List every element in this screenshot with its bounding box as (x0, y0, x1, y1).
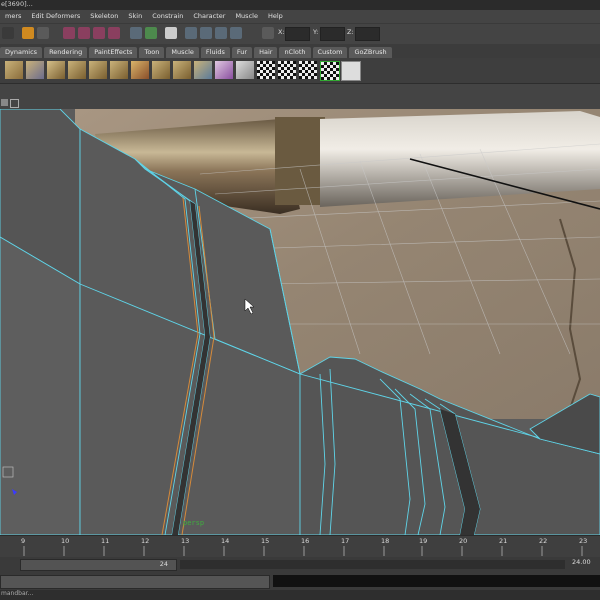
poly-box-icon[interactable] (110, 61, 128, 79)
time-tick: 21 (499, 537, 508, 545)
prism-icon[interactable] (236, 61, 254, 79)
time-ruler (23, 546, 583, 556)
help-text: mandbar... (1, 590, 34, 597)
time-tick: 11 (101, 537, 110, 545)
checker-icon[interactable] (299, 61, 317, 79)
z-field[interactable] (355, 27, 380, 41)
shelf-tab-muscle[interactable]: Muscle (166, 47, 199, 58)
y-field[interactable] (320, 27, 345, 41)
select-mask-icon[interactable] (63, 27, 75, 39)
time-tick: 18 (381, 537, 390, 545)
time-tick: 20 (459, 537, 468, 545)
z-field-label: Z: (347, 28, 354, 36)
range-slider[interactable]: 24 24.00 (0, 557, 600, 572)
shelf-tab-rendering[interactable]: Rendering (44, 47, 88, 58)
x-field[interactable] (285, 27, 310, 41)
time-tick: 17 (341, 537, 350, 545)
time-tick: 23 (579, 537, 588, 545)
time-tick: 19 (419, 537, 428, 545)
render-icon[interactable] (165, 27, 177, 39)
y-field-label: Y: (313, 28, 319, 36)
shelf-tab-toon[interactable]: Toon (139, 47, 165, 58)
checker-icon[interactable] (257, 61, 275, 79)
render-view-icon[interactable] (185, 27, 197, 39)
x-field-label: X: (278, 28, 285, 36)
time-tick: 10 (61, 537, 70, 545)
construction-history-icon[interactable] (145, 27, 157, 39)
time-tick: 14 (221, 537, 230, 545)
status-line: X: Y: Z: (0, 23, 600, 44)
time-tick: 15 (261, 537, 270, 545)
time-tick: 13 (181, 537, 190, 545)
menu-item-skeleton[interactable]: Skeleton (85, 10, 123, 23)
ipr-render-icon[interactable] (200, 27, 212, 39)
command-line (0, 572, 600, 590)
hypershade-icon[interactable] (230, 27, 242, 39)
select-mask-icon[interactable] (78, 27, 90, 39)
share-icon[interactable] (10, 99, 19, 108)
shelf-tab-fluids[interactable]: Fluids (200, 47, 230, 58)
poly-cone-icon[interactable] (68, 61, 86, 79)
menu-item-deformers[interactable]: mers (0, 10, 26, 23)
shelf (0, 58, 600, 84)
shelf-tab-painteffects[interactable]: PaintEffects (89, 47, 138, 58)
select-mask-icon[interactable] (108, 27, 120, 39)
select-mask-icon[interactable] (93, 27, 105, 39)
range-track[interactable] (180, 560, 565, 569)
history-icon[interactable] (130, 27, 142, 39)
end-time-field[interactable]: 24.00 (572, 558, 591, 566)
shelf-tab-bar: Dynamics Rendering PaintEffects Toon Mus… (0, 44, 600, 58)
shelf-tab-fur[interactable]: Fur (231, 47, 253, 58)
poly-plane-icon[interactable] (5, 61, 23, 79)
camera-label: persp (183, 519, 205, 527)
time-slider[interactable]: 9 10 11 12 13 14 15 16 17 18 19 20 21 22… (0, 535, 600, 558)
checker-icon[interactable] (320, 61, 340, 81)
window-title: e[3690]... (1, 0, 33, 8)
time-tick: 16 (301, 537, 310, 545)
snap-icon[interactable] (37, 27, 49, 39)
transform-mode-icon[interactable] (262, 27, 274, 39)
shelf-tab-custom[interactable]: Custom (312, 47, 348, 58)
panel-menu-icon[interactable] (1, 99, 8, 106)
poly-box-icon[interactable] (89, 61, 107, 79)
render-settings-icon[interactable] (215, 27, 227, 39)
help-line: mandbar... (0, 590, 600, 600)
shelf-tab-dynamics[interactable]: Dynamics (0, 47, 43, 58)
menu-item-muscle[interactable]: Muscle (230, 10, 263, 23)
menu-item-constrain[interactable]: Constrain (147, 10, 188, 23)
playback-range-bar[interactable]: 24 (20, 559, 177, 571)
goz-icon[interactable] (341, 61, 361, 81)
viewport-persp[interactable]: persp (0, 109, 600, 535)
poly-shape-icon[interactable] (194, 61, 212, 79)
time-tick: 22 (539, 537, 548, 545)
shelf-tab-hair[interactable]: Hair (254, 47, 278, 58)
arrow-icon[interactable] (2, 27, 14, 39)
cartridge-neck (275, 117, 325, 205)
shelf-tab-ncloth[interactable]: nCloth (279, 47, 311, 58)
shelf-tab-gozbrush[interactable]: GoZBrush (349, 47, 392, 58)
playback-range-value: 24 (159, 560, 168, 568)
command-input[interactable] (0, 575, 270, 589)
poly-cylinder-icon[interactable] (47, 61, 65, 79)
poly-shape-icon[interactable] (173, 61, 191, 79)
main-menu-bar: mers Edit Deformers Skeleton Skin Constr… (0, 10, 600, 23)
time-tick: 12 (141, 537, 150, 545)
menu-item-character[interactable]: Character (188, 10, 230, 23)
panel-toolbar (0, 97, 600, 109)
time-tick: 9 (21, 537, 26, 545)
checker-icon[interactable] (278, 61, 296, 79)
poly-cube-icon[interactable] (26, 61, 44, 79)
menu-item-skin[interactable]: Skin (123, 10, 147, 23)
viewport-scene[interactable] (0, 109, 600, 535)
poly-tile-icon[interactable] (152, 61, 170, 79)
lock-icon[interactable] (22, 27, 34, 39)
command-output (273, 575, 600, 587)
poly-shape-icon[interactable] (131, 61, 149, 79)
menu-item-help[interactable]: Help (263, 10, 288, 23)
poly-pyramid-icon[interactable] (215, 61, 233, 79)
menu-item-edit-deformers[interactable]: Edit Deformers (26, 10, 85, 23)
